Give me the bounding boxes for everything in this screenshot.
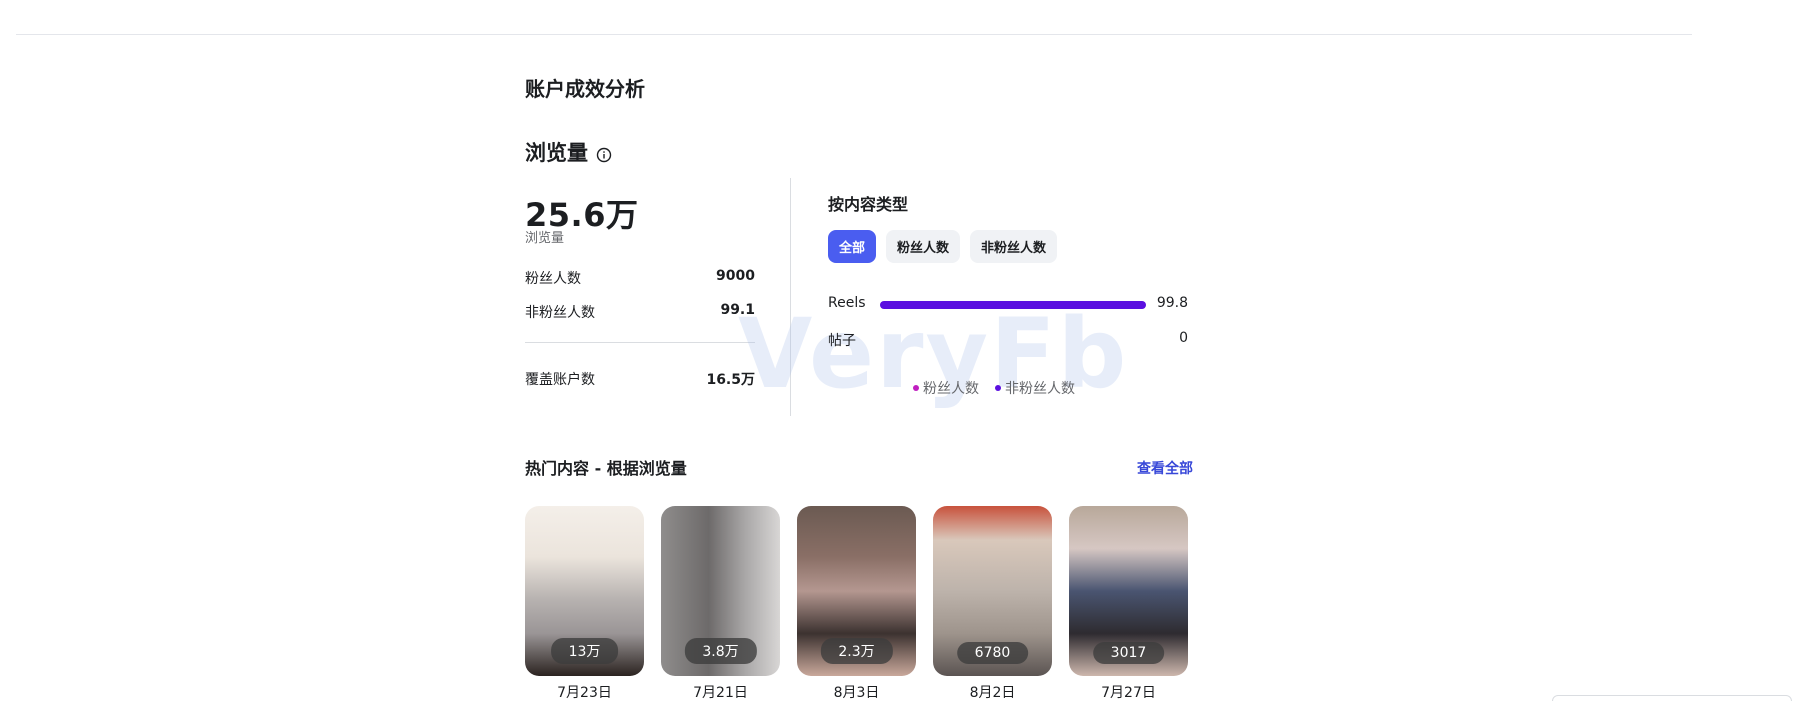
legend-item-followers: 粉丝人数 (913, 378, 979, 398)
bar-fill (880, 301, 1146, 309)
stat-label: 覆盖账户数 (525, 372, 595, 388)
content-card[interactable]: 3.8万 7月21日 (661, 506, 780, 701)
content-thumbnail[interactable]: 13万 (525, 506, 644, 676)
views-badge: 3017 (1092, 642, 1165, 664)
filter-non-followers-button[interactable]: 非粉丝人数 (970, 230, 1058, 263)
stat-label: 粉丝人数 (525, 271, 581, 287)
stat-value: 99.1 (720, 302, 755, 318)
legend-dot (913, 385, 919, 391)
views-heading: 浏览量 (525, 137, 612, 167)
stat-row-reach: 覆盖账户数 16.5万 (525, 369, 755, 389)
content-card[interactable]: 2.3万 8月3日 (797, 506, 916, 701)
column-divider (790, 178, 791, 416)
bar-label: 帖子 (828, 333, 856, 349)
corner-panel (1552, 695, 1792, 701)
info-icon[interactable] (596, 144, 612, 163)
stat-label: 非粉丝人数 (525, 305, 595, 321)
content-card[interactable]: 13万 7月23日 (525, 506, 644, 701)
stat-value: 16.5万 (706, 372, 755, 388)
filter-followers-button[interactable]: 粉丝人数 (886, 230, 961, 263)
filter-all-button[interactable]: 全部 (828, 230, 877, 263)
bar-label: Reels (828, 295, 866, 311)
bar-row-posts: 帖子 0 (828, 330, 1188, 350)
chart-legend: 粉丝人数 非粉丝人数 (913, 378, 1075, 398)
stat-row-non-followers: 非粉丝人数 99.1 (525, 302, 755, 322)
bar-value: 0 (1179, 330, 1188, 346)
content-date: 8月3日 (833, 685, 880, 701)
bar-row-reels: Reels 99.8 (828, 295, 1188, 315)
legend-item-non-followers: 非粉丝人数 (995, 378, 1075, 398)
content-thumbnail[interactable]: 2.3万 (797, 506, 916, 676)
total-views-caption: 浏览量 (525, 231, 565, 246)
content-date: 7月21日 (693, 685, 748, 701)
by-content-type-title: 按内容类型 (828, 195, 909, 214)
legend-dot (995, 385, 1001, 391)
stat-value: 9000 (716, 268, 755, 284)
legend-label: 非粉丝人数 (1005, 381, 1075, 397)
content-thumbnail[interactable]: 3017 (1069, 506, 1188, 676)
top-content-title: 热门内容 - 根据浏览量 (525, 459, 687, 478)
content-date: 7月27日 (1101, 685, 1156, 701)
views-badge: 2.3万 (820, 638, 893, 664)
bar-track (880, 301, 1146, 309)
content-date: 8月2日 (969, 685, 1016, 701)
views-badge: 13万 (550, 638, 619, 664)
content-card[interactable]: 6780 8月2日 (933, 506, 1052, 701)
views-badge: 3.8万 (684, 638, 757, 664)
see-all-link[interactable]: 查看全部 (1137, 458, 1193, 478)
top-content-list: 13万 7月23日 3.8万 7月21日 2.3万 8月3日 6780 8月2日… (525, 506, 1188, 701)
content-date: 7月23日 (557, 685, 612, 701)
content-thumbnail[interactable]: 6780 (933, 506, 1052, 676)
content-type-filters: 全部 粉丝人数 非粉丝人数 (828, 230, 1058, 263)
views-title: 浏览量 (525, 141, 588, 165)
legend-label: 粉丝人数 (923, 381, 979, 397)
section-title: 账户成效分析 (525, 77, 645, 101)
stat-row-followers: 粉丝人数 9000 (525, 268, 755, 288)
content-thumbnail[interactable]: 3.8万 (661, 506, 780, 676)
bar-value: 99.8 (1156, 295, 1188, 311)
header-divider (16, 34, 1692, 35)
views-badge: 6780 (956, 642, 1029, 664)
stat-divider (525, 342, 755, 343)
content-card[interactable]: 3017 7月27日 (1069, 506, 1188, 701)
bar-track (880, 336, 1146, 344)
